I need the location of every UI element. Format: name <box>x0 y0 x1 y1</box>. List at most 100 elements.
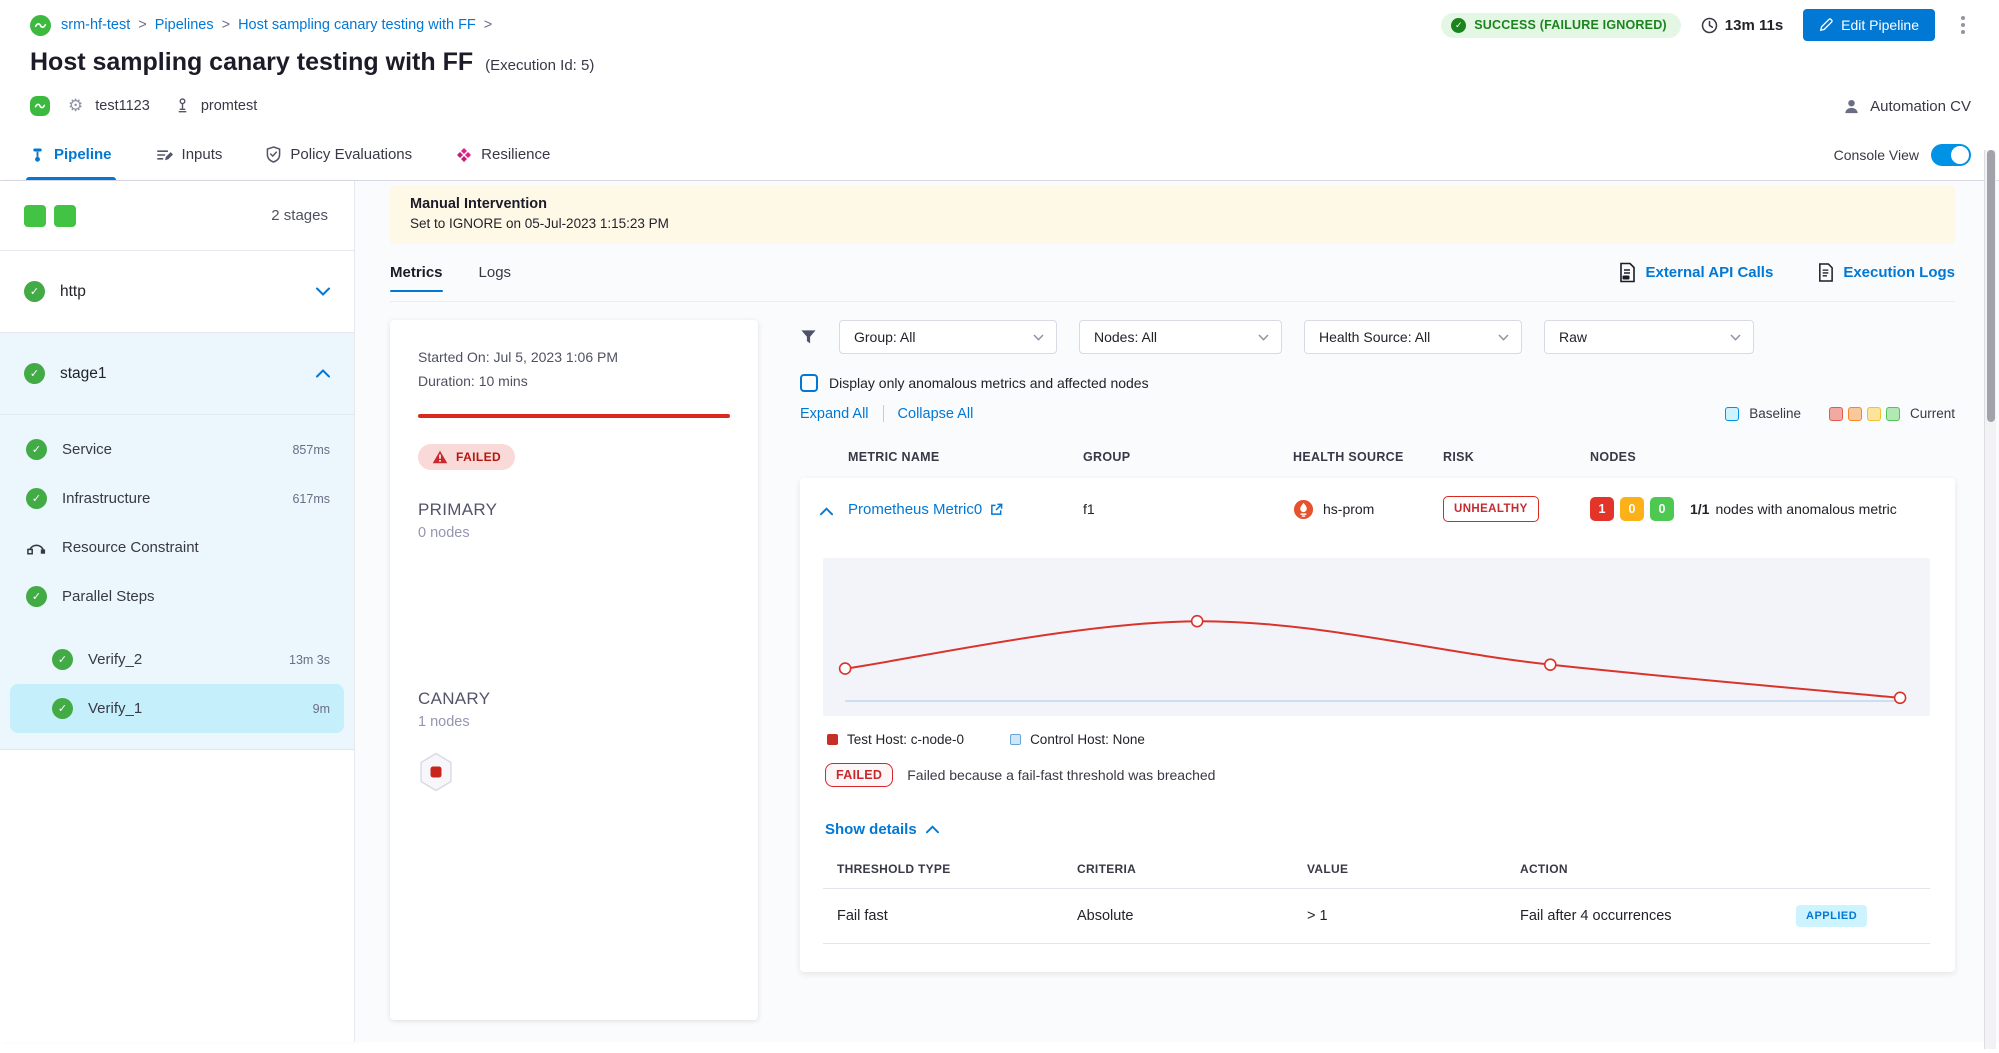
kebab-menu-icon[interactable] <box>1955 12 1971 38</box>
step-service[interactable]: Service 857ms <box>10 425 344 474</box>
metrics-table-header: METRIC NAME GROUP HEALTH SOURCE RISK NOD… <box>800 450 1955 464</box>
header-actions: SUCCESS (FAILURE IGNORED) 13m 11s Edit P… <box>1441 9 1971 41</box>
verify-tabs-row: Metrics Logs External API Calls Executio… <box>390 244 1955 302</box>
breadcrumb-pipeline[interactable]: Host sampling canary testing with FF <box>238 17 476 33</box>
document-icon <box>1817 262 1834 283</box>
breadcrumb-row: srm-hf-test > Pipelines > Host sampling … <box>30 10 1971 40</box>
vertical-scrollbar[interactable] <box>1984 150 1996 1049</box>
stage-row-stage1[interactable]: stage1 <box>0 333 354 415</box>
current-orange-swatch <box>1848 407 1862 421</box>
manual-intervention-banner: Manual Intervention Set to IGNORE on 05-… <box>390 185 1955 244</box>
chevron-down-icon[interactable] <box>316 287 330 296</box>
external-api-calls-link[interactable]: External API Calls <box>1618 262 1773 283</box>
step-parallel-steps[interactable]: Parallel Steps <box>10 572 344 621</box>
risk-badge: UNHEALTHY <box>1443 496 1539 522</box>
metric-chart <box>823 558 1930 716</box>
primary-label: PRIMARY <box>418 500 730 520</box>
step-verify-1[interactable]: Verify_1 9m <box>10 684 344 733</box>
warning-triangle-icon <box>432 450 448 464</box>
step-label: Verify_2 <box>88 651 289 668</box>
service-name[interactable]: test1123 <box>95 98 150 114</box>
main-content: Manual Intervention Set to IGNORE on 05-… <box>355 181 1999 1042</box>
execution-logs-link[interactable]: Execution Logs <box>1817 262 1955 283</box>
metric-row[interactable]: Prometheus Metric0 f1 hs-prom UNHEALTHY … <box>800 478 1955 540</box>
tab-metrics[interactable]: Metrics <box>390 244 443 301</box>
pipeline-icon <box>30 147 45 163</box>
metric-name-link[interactable]: Prometheus Metric0 <box>848 501 1083 518</box>
collapse-row-chevron-icon[interactable] <box>820 503 833 521</box>
shield-check-icon <box>266 146 281 163</box>
stage-row-http[interactable]: http <box>0 251 354 333</box>
step-verify-2[interactable]: Verify_2 13m 3s <box>10 635 344 684</box>
test-host-label: Test Host: c-node-0 <box>847 732 964 747</box>
nodes-summary: 1/1 nodes with anomalous metric <box>1690 501 1897 517</box>
col-criteria: CRITERIA <box>1077 862 1307 876</box>
step-infrastructure[interactable]: Infrastructure 617ms <box>10 474 344 523</box>
environment-name[interactable]: promtest <box>201 98 257 114</box>
success-check-icon <box>24 281 45 302</box>
tab-resilience[interactable]: Resilience <box>456 129 550 180</box>
breadcrumb-separator: > <box>138 17 146 33</box>
api-document-icon <box>1618 262 1636 283</box>
title-row: Host sampling canary testing with FF (Ex… <box>30 48 1971 77</box>
execution-sidebar: 2 stages http stage1 Service 857ms <box>0 181 355 1042</box>
scrollbar-thumb[interactable] <box>1987 150 1995 422</box>
expand-collapse-row: Expand All Collapse All Baseline <box>800 405 1955 422</box>
metric-type-select[interactable]: Raw <box>1544 320 1754 354</box>
thresholds-header: THRESHOLD TYPE CRITERIA VALUE ACTION <box>823 862 1930 889</box>
banner-subtitle: Set to IGNORE on 05-Jul-2023 1:15:23 PM <box>410 216 1935 231</box>
stage-summary: 2 stages <box>0 181 354 251</box>
check-icon <box>1451 18 1466 33</box>
step-duration: 617ms <box>292 492 330 506</box>
health-source-filter-select[interactable]: Health Source: All <box>1304 320 1522 354</box>
col-health-source: HEALTH SOURCE <box>1293 450 1443 464</box>
external-link-icon <box>990 503 1003 516</box>
nodes-filter-select[interactable]: Nodes: All <box>1079 320 1282 354</box>
chevron-up-icon[interactable] <box>316 369 330 378</box>
metric-card: Prometheus Metric0 f1 hs-prom UNHEALTHY … <box>800 478 1955 972</box>
show-details-link[interactable]: Show details <box>823 821 1930 838</box>
failure-reason-row: FAILED Failed because a fail-fast thresh… <box>823 763 1930 787</box>
filter-funnel-icon[interactable] <box>800 329 817 345</box>
success-check-icon <box>52 649 73 670</box>
tab-metrics-label: Metrics <box>390 264 443 281</box>
chevron-down-icon <box>1258 334 1269 341</box>
collapse-all-link[interactable]: Collapse All <box>898 406 974 422</box>
stage-block-stage1: stage1 Service 857ms Infrastructure 617m… <box>0 333 354 750</box>
page-title: Host sampling canary testing with FF <box>30 48 473 77</box>
status-badge: SUCCESS (FAILURE IGNORED) <box>1441 13 1681 38</box>
edit-pipeline-button[interactable]: Edit Pipeline <box>1803 9 1935 41</box>
breadcrumb-pipelines[interactable]: Pipelines <box>155 17 214 33</box>
group-filter-select[interactable]: Group: All <box>839 320 1057 354</box>
tab-pipeline[interactable]: Pipeline <box>30 129 112 180</box>
current-legend-label: Current <box>1910 406 1955 421</box>
progress-bar-failed <box>418 414 730 418</box>
prometheus-icon <box>1293 499 1314 520</box>
expand-all-link[interactable]: Expand All <box>800 406 869 422</box>
stage-square-icon <box>54 205 76 227</box>
anomalous-filter-checkbox[interactable] <box>800 374 818 392</box>
console-view-toggle[interactable] <box>1931 144 1971 166</box>
tab-resilience-label: Resilience <box>481 146 550 163</box>
col-threshold-type: THRESHOLD TYPE <box>837 862 1077 876</box>
canary-label: CANARY <box>418 689 730 709</box>
step-resource-constraint[interactable]: Resource Constraint <box>10 523 344 572</box>
control-host-label: Control Host: None <box>1030 732 1145 747</box>
triggered-by: Automation CV <box>1842 97 1971 116</box>
service-label: test1123 <box>95 98 150 114</box>
metrics-panel: Group: All Nodes: All Health Source: All <box>800 320 1955 972</box>
anomalous-filter-row: Display only anomalous metrics and affec… <box>800 374 1955 392</box>
canary-node-hexagon[interactable] <box>418 752 730 797</box>
stage-http-label: http <box>60 283 316 301</box>
breadcrumb-project[interactable]: srm-hf-test <box>61 17 130 33</box>
failure-reason-text: Failed because a fail-fast threshold was… <box>907 767 1215 783</box>
chevron-up-icon <box>926 825 939 834</box>
tab-policy-evaluations[interactable]: Policy Evaluations <box>266 129 412 180</box>
tab-logs[interactable]: Logs <box>479 244 512 301</box>
threshold-action: Fail after 4 occurrences <box>1520 908 1796 924</box>
pencil-icon <box>1819 18 1833 32</box>
step-label: Resource Constraint <box>62 539 330 556</box>
tab-inputs[interactable]: Inputs <box>156 129 223 180</box>
stage-stage1-label: stage1 <box>60 365 316 383</box>
clock-icon <box>1701 17 1718 34</box>
